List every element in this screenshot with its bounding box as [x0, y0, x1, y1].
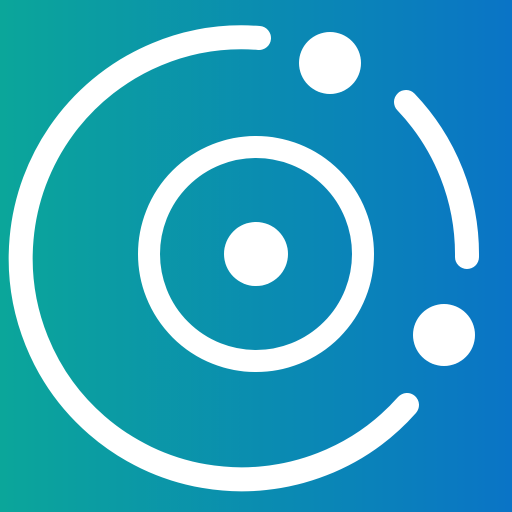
app-icon — [0, 0, 512, 512]
orbit-logo-icon — [0, 0, 512, 512]
top-satellite-dot — [299, 32, 361, 94]
center-dot — [224, 222, 288, 286]
bottom-satellite-dot — [413, 304, 475, 366]
